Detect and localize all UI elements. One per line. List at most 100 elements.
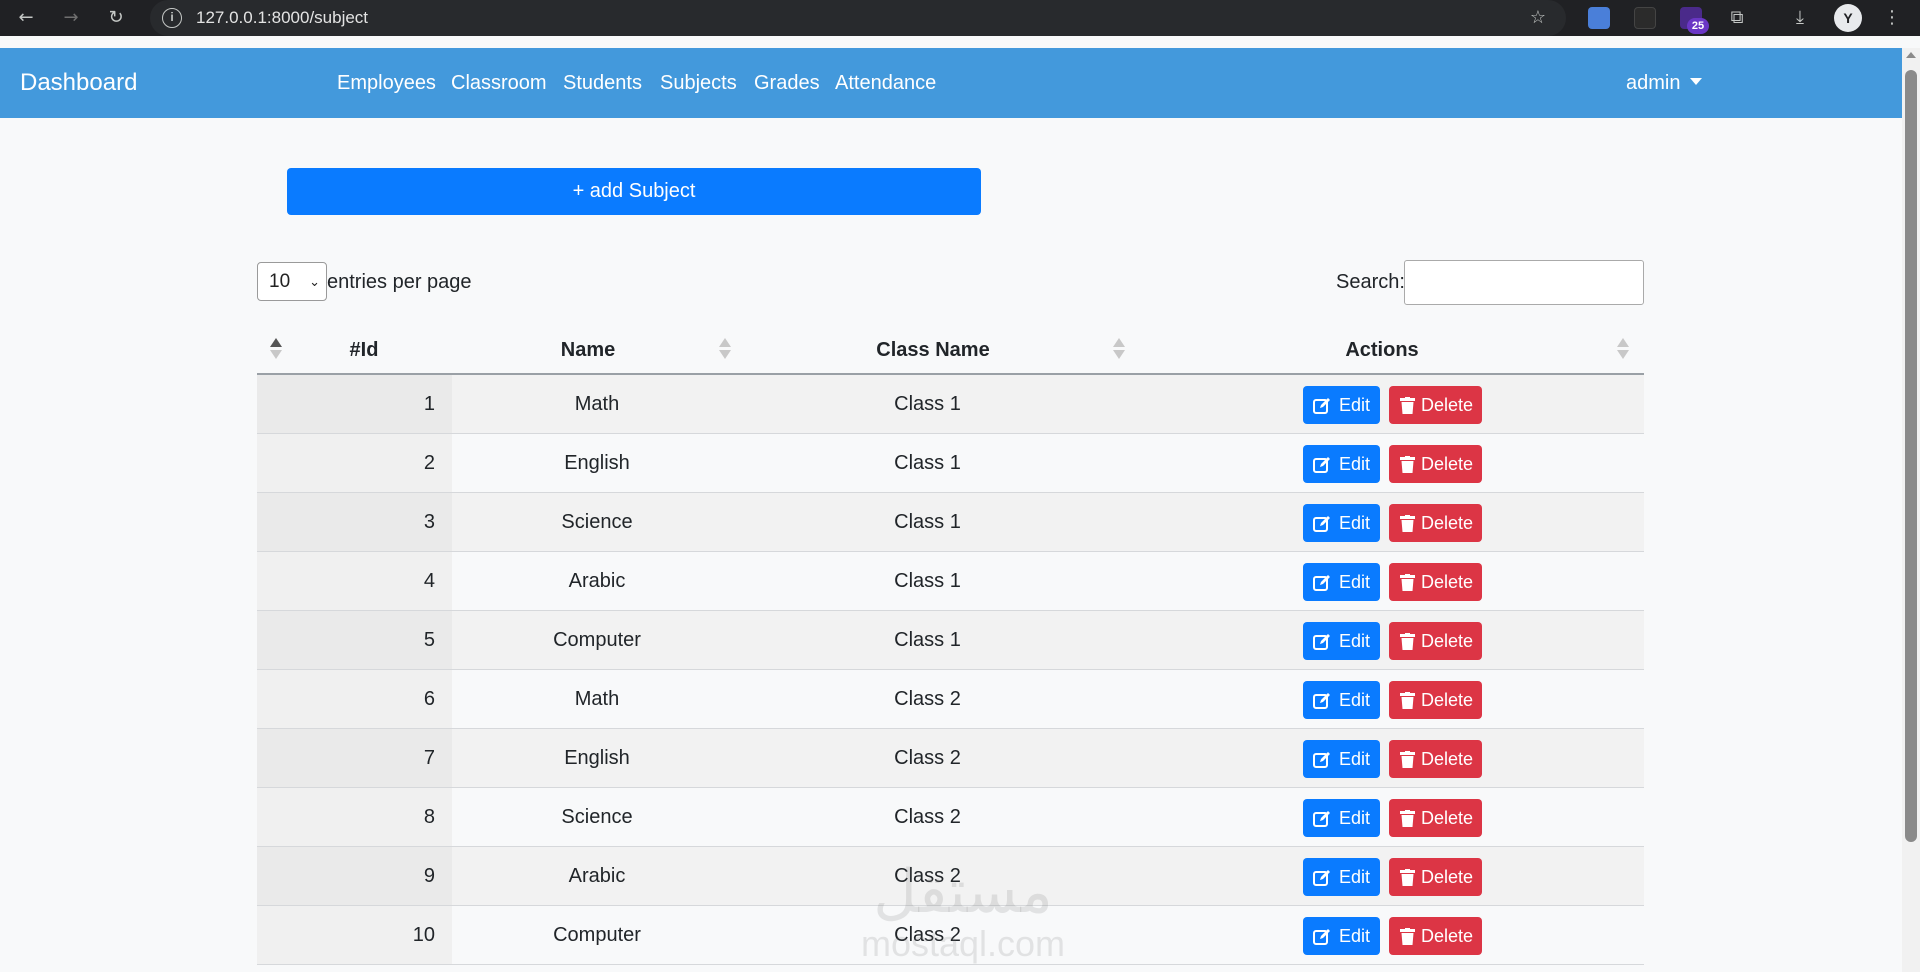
delete-button[interactable]: Delete bbox=[1389, 563, 1482, 601]
edit-button[interactable]: Edit bbox=[1303, 622, 1380, 660]
table-row: 6 Math Class 2 Edit Delete bbox=[257, 670, 1644, 729]
edit-label: Edit bbox=[1339, 513, 1371, 533]
cell-class-name: Class 1 bbox=[894, 570, 961, 592]
edit-button[interactable]: Edit bbox=[1303, 858, 1380, 896]
add-subject-button[interactable]: + add Subject bbox=[287, 168, 981, 215]
entries-per-page-select[interactable]: 10 ⌄ bbox=[257, 262, 327, 301]
nav-link-employees[interactable]: Employees bbox=[337, 48, 436, 118]
table-row: 2 English Class 1 Edit Delete bbox=[257, 434, 1644, 493]
delete-button[interactable]: Delete bbox=[1389, 445, 1482, 483]
entries-value: 10 bbox=[269, 271, 291, 292]
table-row: 4 Arabic Class 1 Edit Delete bbox=[257, 552, 1644, 611]
sort-name-icon[interactable] bbox=[719, 338, 731, 362]
edit-label: Edit bbox=[1339, 749, 1371, 769]
scroll-up-arrow-icon[interactable] bbox=[1906, 52, 1916, 58]
cell-name: Math bbox=[574, 688, 620, 710]
edit-button[interactable]: Edit bbox=[1303, 445, 1380, 483]
column-header-name[interactable]: Name bbox=[528, 330, 648, 370]
cell-id: 1 bbox=[257, 375, 452, 433]
reload-icon[interactable]: ↻ bbox=[104, 6, 128, 30]
chevron-down-icon: ⌄ bbox=[309, 274, 320, 289]
edit-button[interactable]: Edit bbox=[1303, 386, 1380, 424]
notion-extension-icon[interactable] bbox=[1634, 7, 1656, 29]
cell-name: Computer bbox=[553, 924, 641, 946]
edit-button[interactable]: Edit bbox=[1303, 917, 1380, 955]
delete-label: Delete bbox=[1421, 395, 1474, 415]
delete-button[interactable]: Delete bbox=[1389, 504, 1482, 542]
delete-label: Delete bbox=[1421, 690, 1474, 710]
delete-label: Delete bbox=[1421, 867, 1474, 887]
cell-class-name: Class 1 bbox=[894, 511, 961, 533]
delete-button[interactable]: Delete bbox=[1389, 386, 1482, 424]
edit-icon bbox=[1313, 457, 1330, 473]
browser-menu-icon[interactable]: ⋮ bbox=[1880, 6, 1904, 30]
app-navbar: Dashboard Employees Classroom Students S… bbox=[0, 48, 1902, 118]
download-icon[interactable]: ⤓ bbox=[1788, 6, 1812, 30]
delete-label: Delete bbox=[1421, 513, 1474, 533]
table-row: 3 Science Class 1 Edit Delete bbox=[257, 493, 1644, 552]
sort-actions-icon[interactable] bbox=[1617, 338, 1629, 362]
nav-link-subjects[interactable]: Subjects bbox=[660, 48, 737, 118]
sort-class-icon[interactable] bbox=[1113, 338, 1125, 362]
forward-arrow-icon[interactable]: → bbox=[59, 6, 83, 30]
delete-label: Delete bbox=[1421, 749, 1474, 769]
cell-class-name: Class 1 bbox=[894, 629, 961, 651]
cell-id: 4 bbox=[257, 552, 452, 610]
search-label: Search: bbox=[1336, 271, 1405, 293]
sort-id-icon[interactable] bbox=[270, 338, 282, 362]
search-input[interactable] bbox=[1404, 260, 1644, 305]
profile-avatar[interactable]: Y bbox=[1834, 4, 1862, 32]
cell-class-name: Class 1 bbox=[894, 452, 961, 474]
nav-link-students[interactable]: Students bbox=[563, 48, 642, 118]
edit-button[interactable]: Edit bbox=[1303, 799, 1380, 837]
delete-button[interactable]: Delete bbox=[1389, 799, 1482, 837]
scrollbar-thumb[interactable] bbox=[1905, 70, 1917, 842]
table-row: 1 Math Class 1 Edit Delete bbox=[257, 375, 1644, 434]
cell-id: 3 bbox=[257, 493, 452, 551]
address-url[interactable]: 127.0.0.1:8000/subject bbox=[196, 0, 368, 36]
edit-label: Edit bbox=[1339, 926, 1371, 946]
trash-icon bbox=[1400, 456, 1415, 473]
nav-link-classroom[interactable]: Classroom bbox=[451, 48, 547, 118]
nav-link-attendance[interactable]: Attendance bbox=[835, 48, 936, 118]
delete-button[interactable]: Delete bbox=[1389, 622, 1482, 660]
trash-icon bbox=[1400, 397, 1415, 414]
edit-button[interactable]: Edit bbox=[1303, 504, 1380, 542]
delete-button[interactable]: Delete bbox=[1389, 681, 1482, 719]
bookmark-star-icon[interactable]: ☆ bbox=[1526, 6, 1550, 30]
column-header-id[interactable]: #Id bbox=[324, 330, 404, 370]
edit-button[interactable]: Edit bbox=[1303, 563, 1380, 601]
translate-extension-icon[interactable] bbox=[1588, 7, 1610, 29]
trash-icon bbox=[1400, 515, 1415, 532]
delete-label: Delete bbox=[1421, 808, 1474, 828]
delete-button[interactable]: Delete bbox=[1389, 858, 1482, 896]
cell-id: 5 bbox=[257, 611, 452, 669]
cell-name: English bbox=[564, 747, 630, 769]
cell-id: 9 bbox=[257, 847, 452, 905]
browser-toolbar: ← → ↻ i 127.0.0.1:8000/subject ☆ 25 ⧉ ⤓ … bbox=[0, 0, 1920, 36]
edit-button[interactable]: Edit bbox=[1303, 740, 1380, 778]
delete-button[interactable]: Delete bbox=[1389, 917, 1482, 955]
edit-label: Edit bbox=[1339, 395, 1371, 415]
cell-class-name: Class 2 bbox=[894, 865, 961, 887]
extensions-puzzle-icon[interactable]: ⧉ bbox=[1725, 6, 1749, 30]
edit-icon bbox=[1313, 752, 1330, 768]
edit-icon bbox=[1313, 634, 1330, 650]
column-header-actions[interactable]: Actions bbox=[1318, 330, 1446, 370]
brand-link[interactable]: Dashboard bbox=[20, 48, 137, 118]
delete-label: Delete bbox=[1421, 572, 1474, 592]
table-row: 8 Science Class 2 Edit Delete bbox=[257, 788, 1644, 847]
nav-link-grades[interactable]: Grades bbox=[754, 48, 820, 118]
edit-button[interactable]: Edit bbox=[1303, 681, 1380, 719]
delete-button[interactable]: Delete bbox=[1389, 740, 1482, 778]
user-dropdown[interactable]: admin bbox=[1626, 48, 1703, 118]
cell-class-name: Class 1 bbox=[894, 393, 961, 415]
site-info-icon[interactable]: i bbox=[162, 8, 182, 28]
edit-label: Edit bbox=[1339, 808, 1371, 828]
cell-name: Math bbox=[574, 393, 620, 415]
back-arrow-icon[interactable]: ← bbox=[14, 6, 38, 30]
cell-name: Computer bbox=[553, 629, 641, 651]
column-header-class-name[interactable]: Class Name bbox=[863, 330, 1003, 370]
table-row: 5 Computer Class 1 Edit Delete bbox=[257, 611, 1644, 670]
user-name: admin bbox=[1626, 72, 1681, 94]
